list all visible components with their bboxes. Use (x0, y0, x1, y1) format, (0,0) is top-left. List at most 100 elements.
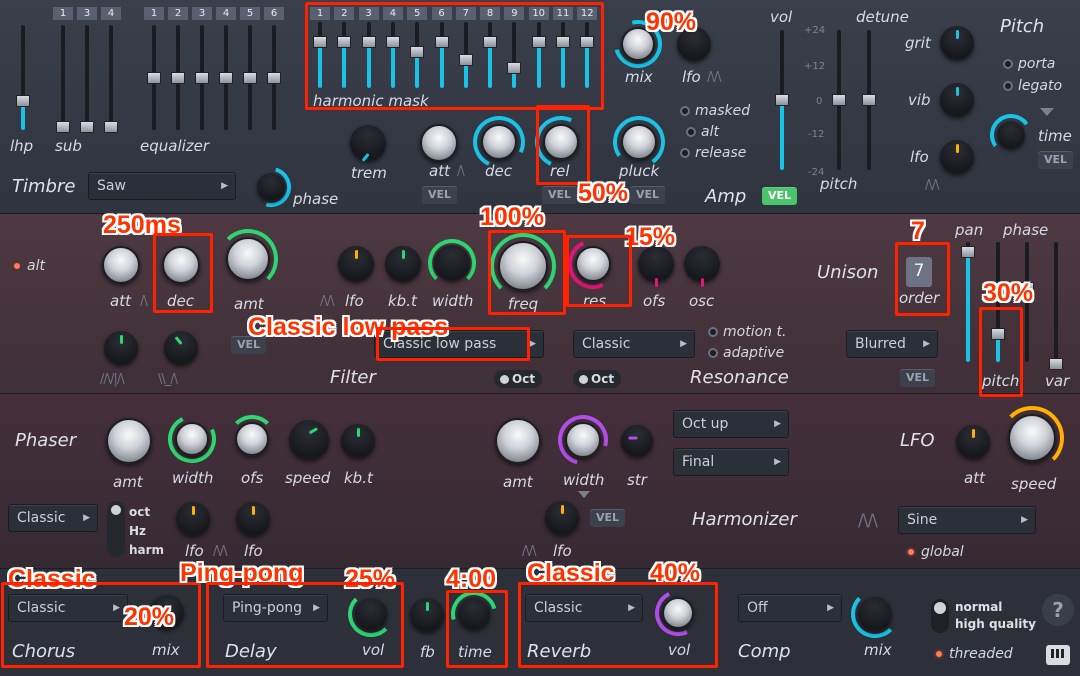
amp-alt-radio[interactable]: alt (686, 125, 719, 139)
phaser-amt-knob[interactable] (106, 418, 152, 464)
lfo-att-label: att (964, 469, 985, 487)
filter-shape-knob-1[interactable] (104, 331, 138, 365)
detune-fader-2[interactable] (862, 30, 876, 170)
unison-var-fader[interactable] (1049, 242, 1063, 370)
phaser-type-select[interactable]: Classic ▶ (8, 504, 98, 532)
keyboard-icon[interactable] (1046, 645, 1070, 665)
sub-label: sub (55, 137, 82, 155)
filter-amt-knob[interactable] (226, 237, 270, 281)
phaser-width-knob[interactable] (175, 422, 209, 456)
harmonizer-vel-button[interactable]: VEL (590, 509, 626, 527)
phaser-amt-label: amt (113, 473, 143, 491)
mask-lfo-label: lfo (682, 68, 701, 86)
legato-radio[interactable]: legato (1003, 79, 1062, 93)
eq-fader-4[interactable] (219, 25, 233, 130)
sub-fader-3[interactable] (80, 25, 94, 133)
lfo-att-knob[interactable] (956, 425, 990, 459)
grit-knob[interactable] (940, 26, 974, 60)
eq-fader-1[interactable] (147, 25, 161, 130)
lfo-section-title: LFO (900, 430, 935, 451)
phaser-mode-switch[interactable] (107, 501, 125, 557)
harmonizer-select-2[interactable]: Final ▶ (673, 448, 789, 476)
equalizer-label: equalizer (140, 137, 210, 155)
trem-label: trem (351, 164, 387, 182)
porta-time-knob[interactable] (997, 121, 1025, 149)
phase-knob[interactable] (257, 173, 285, 201)
filter-alt-label: alt (27, 258, 45, 274)
phaser-ofs-knob[interactable] (235, 422, 269, 456)
annotation-box-pitch (979, 307, 1023, 397)
chevron-right-icon: ▶ (1021, 515, 1028, 525)
eq-fader-6[interactable] (267, 25, 281, 130)
porta-radio[interactable]: porta (1003, 57, 1055, 71)
filter-width-knob[interactable] (434, 245, 470, 281)
phaser-ofs-label: ofs (241, 469, 264, 487)
harmonizer-amt-knob[interactable] (495, 418, 541, 464)
comp-mix-label: mix (864, 641, 892, 659)
radio-icon (708, 348, 718, 358)
detune-fader-1[interactable] (832, 30, 846, 170)
vol-fader[interactable] (775, 30, 789, 170)
filter-shape-knob-2[interactable] (164, 331, 198, 365)
pitch-vel-button[interactable]: VEL (1038, 151, 1074, 169)
phase-label: phase (293, 190, 339, 208)
comp-type-select[interactable]: Off ▶ (738, 594, 842, 622)
filter-kbt-knob[interactable] (385, 246, 421, 282)
eq-fader-5[interactable] (243, 25, 257, 130)
comp-mix-knob[interactable] (858, 597, 892, 631)
annotation-order: 7 (911, 217, 925, 245)
resonance-type-select[interactable]: Classic ▶ (573, 330, 695, 358)
eq-fader-3[interactable] (195, 25, 209, 130)
lfo-global-radio[interactable]: global (906, 545, 964, 559)
phaser-lfo-knob-1[interactable] (176, 502, 210, 536)
sub-fader-4[interactable] (104, 25, 118, 133)
filter-lfo-knob[interactable] (338, 246, 374, 282)
lfo-shape-select[interactable]: Sine ▶ (898, 506, 1036, 534)
annotation-box-reverb (518, 582, 718, 668)
delay-fb-knob[interactable] (410, 598, 444, 632)
phaser-mode-hz: Hz (129, 524, 147, 538)
filter-oct-toggle[interactable]: Oct (494, 370, 542, 388)
harmonizer-lfo-knob[interactable] (545, 501, 579, 535)
resonance-oct-toggle[interactable]: Oct (573, 370, 621, 388)
lfo-speed-knob[interactable] (1008, 414, 1056, 462)
filter-att-knob[interactable] (102, 246, 140, 284)
amp-masked-radio[interactable]: masked (680, 104, 750, 118)
amp-att-knob[interactable] (420, 124, 458, 162)
amp-vel-toggle[interactable]: VEL (762, 187, 798, 205)
help-icon[interactable]: ? (1042, 594, 1074, 626)
filter-ofs-knob[interactable] (638, 246, 674, 287)
eq-fader-2[interactable] (171, 25, 185, 130)
pan-fader[interactable] (961, 242, 975, 362)
amp-att-vel-button[interactable]: VEL (422, 186, 458, 204)
sub-num-3: 3 (77, 7, 97, 20)
filter-osc-knob[interactable] (684, 246, 720, 287)
phaser-kbt-knob[interactable] (341, 424, 375, 458)
radio-icon (708, 327, 718, 337)
adaptive-radio[interactable]: adaptive (708, 346, 784, 360)
harmonizer-select-1[interactable]: Oct up ▶ (673, 410, 789, 438)
trem-knob[interactable] (350, 125, 386, 162)
harmonizer-str-knob[interactable] (621, 425, 653, 457)
motion-t-radio[interactable]: motion t. (708, 325, 786, 339)
amp-dec-knob[interactable] (481, 124, 517, 160)
quality-switch[interactable] (931, 599, 949, 633)
threaded-radio[interactable]: threaded (934, 647, 1013, 661)
lhp-fader[interactable] (16, 25, 30, 130)
sub-fader-1[interactable] (56, 25, 70, 133)
amp-release-radio[interactable]: release (680, 146, 746, 160)
unison-mode-select[interactable]: Blurred ▶ (846, 330, 938, 358)
timbre-wave-select[interactable]: Saw ▶ (88, 172, 236, 200)
pitch-lfo-knob[interactable] (940, 140, 974, 174)
amp-rel-vel-button[interactable]: VEL (542, 186, 578, 204)
filter-alt-radio[interactable]: alt (12, 259, 45, 273)
vib-knob[interactable] (940, 83, 974, 117)
amp-pluck-knob[interactable] (621, 124, 657, 160)
unison-vel-button[interactable]: VEL (900, 369, 936, 387)
amp-pluck-vel-button[interactable]: VEL (630, 186, 666, 204)
phaser-speed-knob[interactable] (289, 420, 329, 460)
harmonizer-width-knob[interactable] (565, 422, 601, 458)
chevron-down-icon[interactable] (578, 491, 590, 498)
chevron-down-icon[interactable] (1040, 108, 1054, 116)
phaser-lfo-knob-2[interactable] (236, 502, 270, 536)
